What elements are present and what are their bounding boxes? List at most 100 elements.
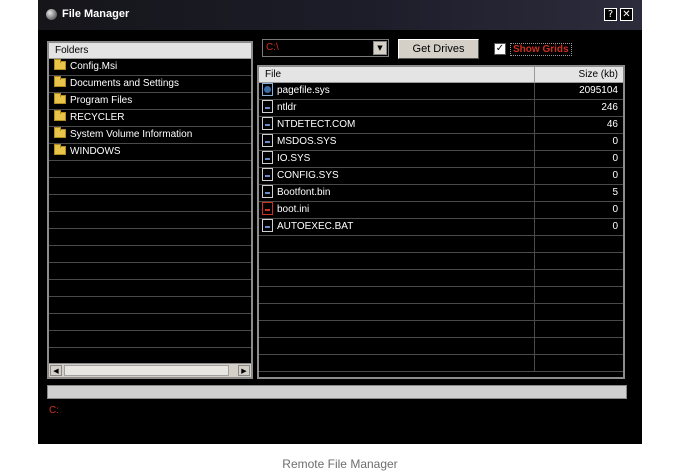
folder-icon [54,144,66,155]
empty-row [49,161,251,178]
file-row[interactable]: NTDETECT.COM 46 [259,117,623,134]
file-name-label: Bootfont.bin [277,187,331,198]
folder-icon [54,127,66,138]
scroll-left-icon[interactable]: ◀ [50,365,62,376]
file-row[interactable]: CONFIG.SYS 0 [259,168,623,185]
column-header-size[interactable]: Size (kb) [535,67,623,83]
folders-panel: Folders Config.Msi Documents and Settings… [47,41,253,379]
file-size-cell: 5 [612,187,618,198]
scroll-thumb[interactable] [64,365,229,376]
empty-cell [259,321,535,337]
drive-select-value: C:\ [266,42,279,53]
folder-label: System Volume Information [70,129,193,140]
empty-row [259,270,623,287]
folders-header[interactable]: Folders [49,43,251,59]
file-row[interactable]: IO.SYS 0 [259,151,623,168]
folder-item[interactable]: Config.Msi [49,59,251,76]
file-name-cell: pagefile.sys [259,83,535,99]
files-header: File Size (kb) [259,67,623,83]
empty-row [259,287,623,304]
folder-item[interactable]: Documents and Settings [49,76,251,93]
file-size-cell: 0 [612,136,618,147]
file-icon [262,219,273,232]
folder-label: Documents and Settings [70,78,179,89]
file-name-cell: IO.SYS [259,151,535,167]
file-name-cell: CONFIG.SYS [259,168,535,184]
file-name-label: pagefile.sys [277,85,330,96]
empty-cell [259,355,535,371]
status-bar [47,385,627,399]
current-path: C: [49,405,59,416]
file-name-label: ntldr [277,102,297,113]
file-name-label: AUTOEXEC.BAT [277,221,354,232]
file-size-cell: 2095104 [579,85,618,96]
file-icon [262,100,273,113]
empty-row [49,297,251,314]
file-name-cell: boot.ini [259,202,535,218]
file-icon [262,151,273,164]
file-name-label: CONFIG.SYS [277,170,339,181]
get-drives-button[interactable]: Get Drives [398,39,479,59]
file-icon [262,117,273,130]
folder-icon [54,59,66,70]
file-row[interactable]: Bootfont.bin 5 [259,185,623,202]
empty-row [49,280,251,297]
empty-row [259,236,623,253]
folder-label: RECYCLER [70,112,125,123]
folder-label: Config.Msi [70,61,118,72]
file-name-cell: Bootfont.bin [259,185,535,201]
file-list: pagefile.sys 2095104 ntldr 246 NTDETECT.COM 4… [259,83,623,372]
folder-icon [54,76,66,87]
file-size-cell: 0 [612,170,618,181]
file-name-cell: AUTOEXEC.BAT [259,219,535,235]
file-manager-window: File Manager ? ✕ Folders Config.Msi Docum… [38,0,642,444]
file-size-cell: 46 [606,119,618,130]
file-size-cell: 0 [612,153,618,164]
folder-item[interactable]: RECYCLER [49,110,251,127]
file-row[interactable]: pagefile.sys 2095104 [259,83,623,100]
empty-row [49,263,251,280]
file-row[interactable]: AUTOEXEC.BAT 0 [259,219,623,236]
show-grids-label[interactable]: Show Grids [510,43,572,56]
file-size-cell: 0 [612,221,618,232]
file-name-label: NTDETECT.COM [277,119,356,130]
file-icon [262,185,273,198]
window-title: File Manager [62,8,130,20]
folder-label: Program Files [70,95,133,106]
empty-row [259,253,623,270]
column-header-file[interactable]: File [259,67,535,83]
empty-cell [535,355,623,371]
empty-cell [535,270,623,286]
folder-icon [54,110,66,121]
folder-item[interactable]: WINDOWS [49,144,251,161]
empty-cell [535,338,623,354]
drive-select[interactable]: C:\ ▼ [262,39,389,57]
empty-cell [259,287,535,303]
help-icon[interactable]: ? [604,8,617,21]
show-grids-checkbox[interactable]: ✓ [494,43,506,55]
empty-cell [259,270,535,286]
horizontal-scrollbar[interactable]: ◀ ▶ [49,363,251,377]
empty-row [49,314,251,331]
chevron-down-icon[interactable]: ▼ [373,41,387,55]
file-row[interactable]: MSDOS.SYS 0 [259,134,623,151]
figure-caption: Remote File Manager [282,457,398,471]
empty-row [259,304,623,321]
ini-file-icon [262,202,273,215]
folder-list: Config.Msi Documents and Settings Program … [49,59,251,365]
empty-cell [259,253,535,269]
close-icon[interactable]: ✕ [620,8,633,21]
folder-item[interactable]: Program Files [49,93,251,110]
empty-row [49,246,251,263]
empty-row [49,178,251,195]
empty-row [49,195,251,212]
file-name-cell: ntldr [259,100,535,116]
empty-cell [259,304,535,320]
file-row[interactable]: ntldr 246 [259,100,623,117]
empty-row [49,331,251,348]
folder-item[interactable]: System Volume Information [49,127,251,144]
file-size-cell: 0 [612,204,618,215]
scroll-right-icon[interactable]: ▶ [238,365,250,376]
empty-row [49,229,251,246]
file-row[interactable]: boot.ini 0 [259,202,623,219]
